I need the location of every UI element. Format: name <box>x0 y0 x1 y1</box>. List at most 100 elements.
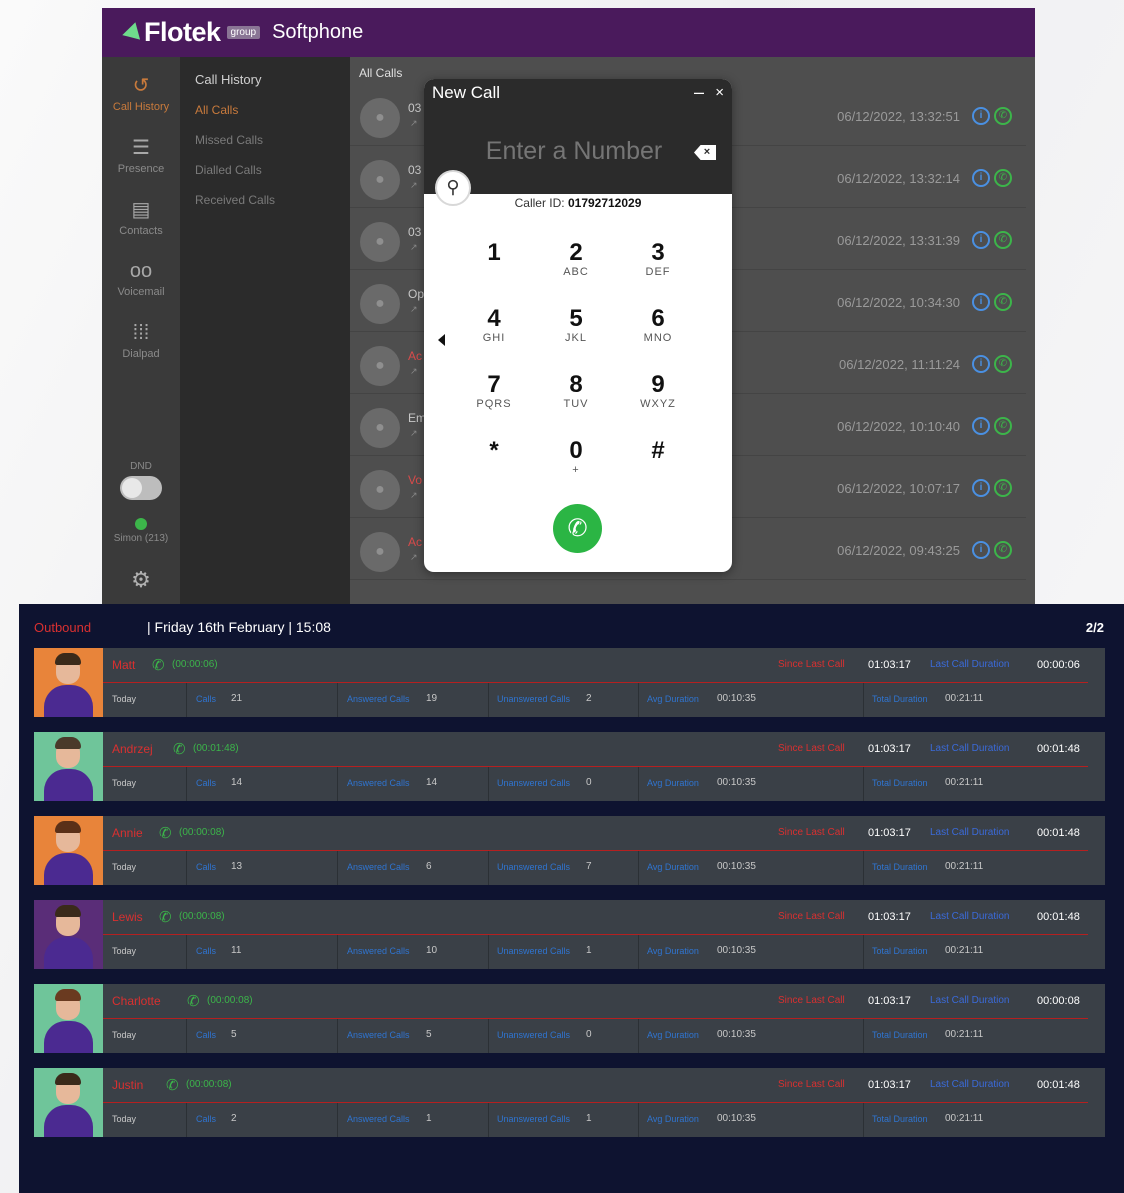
close-button[interactable]: × <box>715 84 724 101</box>
current-call-duration: (00:00:08) <box>207 995 253 1006</box>
call-back-icon[interactable]: ✆ <box>994 541 1012 559</box>
unanswered-label: Unanswered Calls <box>497 694 571 704</box>
rail-dialpad[interactable]: ⁞⁞⁞ Dialpad <box>102 322 180 360</box>
subnav-missed-calls[interactable]: Missed Calls <box>195 133 263 147</box>
last-call-duration-label: Last Call Duration <box>930 743 1010 754</box>
call-back-icon[interactable]: ✆ <box>994 107 1012 125</box>
agent-name: Justin <box>112 1078 144 1092</box>
answered-label: Answered Calls <box>347 778 410 788</box>
info-icon[interactable]: i <box>972 417 990 435</box>
info-icon[interactable]: i <box>972 541 990 559</box>
calls-value: 5 <box>231 1029 237 1040</box>
dialpad-key[interactable]: 0 + <box>546 438 606 492</box>
call-back-icon[interactable]: ✆ <box>994 355 1012 373</box>
dialpad-key[interactable]: 6 MNO <box>628 306 688 360</box>
today-label: Today <box>112 778 137 788</box>
info-icon[interactable]: i <box>972 293 990 311</box>
calls-label: Calls <box>196 946 217 956</box>
agent-name: Annie <box>112 826 143 840</box>
caller-name: Op <box>408 287 425 301</box>
rail-call-history[interactable]: ↺ Call History <box>102 75 180 113</box>
key-digit: 1 <box>487 239 501 266</box>
call-back-icon[interactable]: ✆ <box>994 417 1012 435</box>
dialpad-key[interactable]: 4 GHI <box>464 306 524 360</box>
total-duration-label: Total Duration <box>872 862 928 872</box>
key-digit: # <box>651 437 665 464</box>
since-last-call-value: 01:03:17 <box>868 911 911 923</box>
last-call-duration-value: 00:01:48 <box>1037 1079 1080 1091</box>
minimize-button[interactable]: – <box>694 82 704 103</box>
answered-label: Answered Calls <box>347 1030 410 1040</box>
subnav-title: Call History <box>195 72 262 87</box>
answered-value: 5 <box>426 1029 432 1040</box>
call-date: 06/12/2022, 13:32:14 <box>837 171 960 186</box>
wallboard: Outbound | Friday 16th February | 15:08 … <box>19 604 1124 1193</box>
call-back-icon[interactable]: ✆ <box>994 293 1012 311</box>
avg-duration-value: 00:10:35 <box>717 945 756 956</box>
gear-icon[interactable]: ⚙ <box>102 567 180 593</box>
agent-card: Charlotte ✆ (00:00:08) Since Last Call 01:03… <box>34 984 1105 1053</box>
current-call-duration: (00:00:08) <box>179 911 225 922</box>
info-icon[interactable]: i <box>972 169 990 187</box>
dialpad-key[interactable]: 7 PQRS <box>464 372 524 426</box>
last-call-duration-value: 00:00:06 <box>1037 659 1080 671</box>
call-back-icon[interactable]: ✆ <box>994 479 1012 497</box>
dialpad-key[interactable]: * <box>464 438 524 492</box>
info-icon[interactable]: i <box>972 355 990 373</box>
subnav-dialled-calls[interactable]: Dialled Calls <box>195 163 262 177</box>
answered-label: Answered Calls <box>347 946 410 956</box>
since-last-call-value: 01:03:17 <box>868 827 911 839</box>
rail-label: Contacts <box>119 225 163 237</box>
key-letters: + <box>572 464 580 476</box>
subnav-all-calls[interactable]: All Calls <box>195 103 238 117</box>
agent-name: Andrzej <box>112 742 153 756</box>
call-back-icon[interactable]: ✆ <box>994 231 1012 249</box>
since-last-call-label: Since Last Call <box>778 659 845 670</box>
total-duration-value: 00:21:11 <box>945 861 984 872</box>
agent-photo <box>34 816 103 885</box>
dialpad-key[interactable]: 3 DEF <box>628 240 688 294</box>
since-last-call-value: 01:03:17 <box>868 1079 911 1091</box>
number-input[interactable] <box>464 137 684 166</box>
call-back-icon[interactable]: ✆ <box>994 169 1012 187</box>
dialpad-key[interactable]: 2 ABC <box>546 240 606 294</box>
call-button[interactable]: ✆ <box>553 504 602 553</box>
direction-arrow-icon: ↗ <box>410 304 418 314</box>
call-date: 06/12/2022, 09:43:25 <box>837 543 960 558</box>
left-caret-icon[interactable] <box>438 334 445 346</box>
rail-contacts[interactable]: ▤ Contacts <box>102 199 180 237</box>
agent-name: Lewis <box>112 910 143 924</box>
info-icon[interactable]: i <box>972 479 990 497</box>
answered-label: Answered Calls <box>347 1114 410 1124</box>
dialpad-key[interactable]: 1 <box>464 240 524 294</box>
avg-duration-value: 00:10:35 <box>717 777 756 788</box>
subnav-received-calls[interactable]: Received Calls <box>195 193 275 207</box>
contacts-book-icon: ▤ <box>131 199 151 221</box>
voicemail-icon: ᴏᴏ <box>129 260 153 282</box>
rail-voicemail[interactable]: ᴏᴏ Voicemail <box>102 260 180 298</box>
unanswered-label: Unanswered Calls <box>497 778 571 788</box>
info-icon[interactable]: i <box>972 107 990 125</box>
backspace-icon[interactable]: × <box>694 145 716 160</box>
list-title: All Calls <box>359 66 403 80</box>
calls-label: Calls <box>196 778 217 788</box>
answered-value: 10 <box>426 945 438 956</box>
total-duration-value: 00:21:11 <box>945 777 984 788</box>
logo-arrow-icon <box>119 21 141 44</box>
key-letters: TUV <box>563 398 589 410</box>
direction-arrow-icon: ↗ <box>410 552 418 562</box>
agent-name: Charlotte <box>112 994 161 1008</box>
unanswered-label: Unanswered Calls <box>497 1114 571 1124</box>
rail-presence[interactable]: ☰ Presence <box>102 137 180 175</box>
last-call-duration-label: Last Call Duration <box>930 995 1010 1006</box>
dialpad-key[interactable]: 5 JKL <box>546 306 606 360</box>
dnd-toggle[interactable] <box>120 476 162 500</box>
calls-value: 13 <box>231 861 243 872</box>
dialpad-key[interactable]: 9 WXYZ <box>628 372 688 426</box>
info-icon[interactable]: i <box>972 231 990 249</box>
nav-rail: ↺ Call History ☰ Presence ▤ Contacts ᴏᴏ … <box>102 57 180 608</box>
dialpad-key[interactable]: # <box>628 438 688 492</box>
dialpad-key[interactable]: 8 TUV <box>546 372 606 426</box>
total-duration-label: Total Duration <box>872 946 928 956</box>
unanswered-label: Unanswered Calls <box>497 862 571 872</box>
